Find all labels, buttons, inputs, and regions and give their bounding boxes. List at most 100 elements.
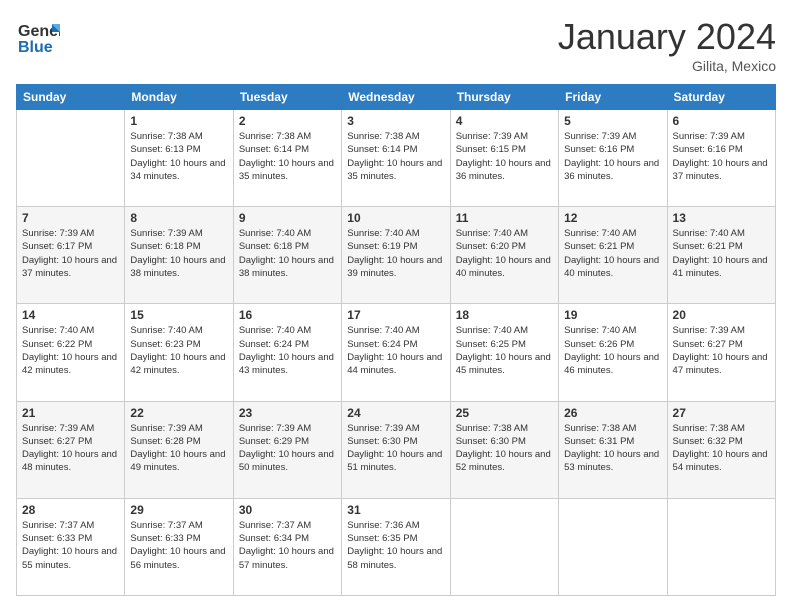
- day-number: 5: [564, 114, 661, 128]
- day-cell: 8 Sunrise: 7:39 AMSunset: 6:18 PMDaylight…: [125, 207, 233, 304]
- page: General Blue January 2024 Gilita, Mexico…: [0, 0, 792, 612]
- day-info: Sunrise: 7:38 AMSunset: 6:30 PMDaylight:…: [456, 423, 551, 474]
- day-cell: 14 Sunrise: 7:40 AMSunset: 6:22 PMDayligh…: [17, 304, 125, 401]
- location: Gilita, Mexico: [558, 58, 776, 74]
- month-title: January 2024: [558, 16, 776, 58]
- day-info: Sunrise: 7:39 AMSunset: 6:27 PMDaylight:…: [673, 325, 768, 376]
- week-row-4: 21 Sunrise: 7:39 AMSunset: 6:27 PMDayligh…: [17, 401, 776, 498]
- day-number: 2: [239, 114, 336, 128]
- day-info: Sunrise: 7:39 AMSunset: 6:16 PMDaylight:…: [564, 131, 659, 182]
- day-info: Sunrise: 7:39 AMSunset: 6:27 PMDaylight:…: [22, 423, 117, 474]
- header: General Blue January 2024 Gilita, Mexico: [16, 16, 776, 74]
- day-cell: 22 Sunrise: 7:39 AMSunset: 6:28 PMDayligh…: [125, 401, 233, 498]
- day-cell: [667, 498, 775, 595]
- day-cell: 4 Sunrise: 7:39 AMSunset: 6:15 PMDaylight…: [450, 110, 558, 207]
- day-number: 1: [130, 114, 227, 128]
- day-cell: 30Sunrise: 7:37 AMSunset: 6:34 PMDayligh…: [233, 498, 341, 595]
- day-cell: 3Sunrise: 7:38 AMSunset: 6:14 PMDaylight…: [342, 110, 450, 207]
- day-number: 13: [673, 211, 770, 225]
- day-number: 14: [22, 308, 119, 322]
- day-cell: 20 Sunrise: 7:39 AMSunset: 6:27 PMDayligh…: [667, 304, 775, 401]
- day-info: Sunrise: 7:40 AMSunset: 6:19 PMDaylight:…: [347, 228, 442, 279]
- day-number: 7: [22, 211, 119, 225]
- day-cell: 11Sunrise: 7:40 AMSunset: 6:20 PMDayligh…: [450, 207, 558, 304]
- day-info: Sunrise: 7:37 AMSunset: 6:33 PMDaylight:…: [22, 520, 117, 571]
- day-cell: 19 Sunrise: 7:40 AMSunset: 6:26 PMDayligh…: [559, 304, 667, 401]
- day-info: Sunrise: 7:40 AMSunset: 6:25 PMDaylight:…: [456, 325, 551, 376]
- day-cell: 9 Sunrise: 7:40 AMSunset: 6:18 PMDaylight…: [233, 207, 341, 304]
- day-number: 26: [564, 406, 661, 420]
- day-cell: 31Sunrise: 7:36 AMSunset: 6:35 PMDayligh…: [342, 498, 450, 595]
- day-cell: 24 Sunrise: 7:39 AMSunset: 6:30 PMDayligh…: [342, 401, 450, 498]
- day-info: Sunrise: 7:37 AMSunset: 6:34 PMDaylight:…: [239, 520, 334, 571]
- day-number: 4: [456, 114, 553, 128]
- col-monday: Monday: [125, 85, 233, 110]
- day-cell: 13Sunrise: 7:40 AMSunset: 6:21 PMDayligh…: [667, 207, 775, 304]
- day-number: 22: [130, 406, 227, 420]
- header-row: Sunday Monday Tuesday Wednesday Thursday…: [17, 85, 776, 110]
- day-number: 15: [130, 308, 227, 322]
- day-info: Sunrise: 7:39 AMSunset: 6:17 PMDaylight:…: [22, 228, 117, 279]
- logo-icon: General Blue: [16, 16, 60, 60]
- day-cell: 16Sunrise: 7:40 AMSunset: 6:24 PMDayligh…: [233, 304, 341, 401]
- day-info: Sunrise: 7:38 AMSunset: 6:13 PMDaylight:…: [130, 131, 225, 182]
- day-info: Sunrise: 7:40 AMSunset: 6:20 PMDaylight:…: [456, 228, 551, 279]
- day-cell: 7 Sunrise: 7:39 AMSunset: 6:17 PMDaylight…: [17, 207, 125, 304]
- day-number: 27: [673, 406, 770, 420]
- day-cell: 27 Sunrise: 7:38 AMSunset: 6:32 PMDayligh…: [667, 401, 775, 498]
- calendar-table: Sunday Monday Tuesday Wednesday Thursday…: [16, 84, 776, 596]
- week-row-1: 1 Sunrise: 7:38 AMSunset: 6:13 PMDaylight…: [17, 110, 776, 207]
- day-info: Sunrise: 7:39 AMSunset: 6:18 PMDaylight:…: [130, 228, 225, 279]
- day-number: 8: [130, 211, 227, 225]
- day-cell: 17 Sunrise: 7:40 AMSunset: 6:24 PMDayligh…: [342, 304, 450, 401]
- day-info: Sunrise: 7:40 AMSunset: 6:26 PMDaylight:…: [564, 325, 659, 376]
- col-tuesday: Tuesday: [233, 85, 341, 110]
- day-cell: [17, 110, 125, 207]
- day-cell: 5 Sunrise: 7:39 AMSunset: 6:16 PMDaylight…: [559, 110, 667, 207]
- day-number: 12: [564, 211, 661, 225]
- day-number: 20: [673, 308, 770, 322]
- day-info: Sunrise: 7:40 AMSunset: 6:24 PMDaylight:…: [347, 325, 442, 376]
- day-number: 28: [22, 503, 119, 517]
- day-info: Sunrise: 7:39 AMSunset: 6:28 PMDaylight:…: [130, 423, 225, 474]
- svg-text:Blue: Blue: [18, 39, 53, 56]
- day-cell: 12 Sunrise: 7:40 AMSunset: 6:21 PMDayligh…: [559, 207, 667, 304]
- day-info: Sunrise: 7:39 AMSunset: 6:29 PMDaylight:…: [239, 423, 334, 474]
- day-cell: 28 Sunrise: 7:37 AMSunset: 6:33 PMDayligh…: [17, 498, 125, 595]
- day-number: 17: [347, 308, 444, 322]
- day-number: 25: [456, 406, 553, 420]
- col-wednesday: Wednesday: [342, 85, 450, 110]
- day-cell: 29Sunrise: 7:37 AMSunset: 6:33 PMDayligh…: [125, 498, 233, 595]
- day-number: 6: [673, 114, 770, 128]
- col-saturday: Saturday: [667, 85, 775, 110]
- day-number: 10: [347, 211, 444, 225]
- day-cell: 15Sunrise: 7:40 AMSunset: 6:23 PMDayligh…: [125, 304, 233, 401]
- day-number: 24: [347, 406, 444, 420]
- week-row-2: 7 Sunrise: 7:39 AMSunset: 6:17 PMDaylight…: [17, 207, 776, 304]
- day-cell: 18 Sunrise: 7:40 AMSunset: 6:25 PMDayligh…: [450, 304, 558, 401]
- day-info: Sunrise: 7:38 AMSunset: 6:32 PMDaylight:…: [673, 423, 768, 474]
- day-number: 19: [564, 308, 661, 322]
- day-info: Sunrise: 7:40 AMSunset: 6:21 PMDaylight:…: [564, 228, 659, 279]
- day-info: Sunrise: 7:40 AMSunset: 6:18 PMDaylight:…: [239, 228, 334, 279]
- day-cell: 1 Sunrise: 7:38 AMSunset: 6:13 PMDaylight…: [125, 110, 233, 207]
- day-number: 18: [456, 308, 553, 322]
- day-number: 29: [130, 503, 227, 517]
- day-number: 21: [22, 406, 119, 420]
- day-info: Sunrise: 7:40 AMSunset: 6:22 PMDaylight:…: [22, 325, 117, 376]
- day-info: Sunrise: 7:39 AMSunset: 6:30 PMDaylight:…: [347, 423, 442, 474]
- day-cell: [559, 498, 667, 595]
- day-info: Sunrise: 7:38 AMSunset: 6:31 PMDaylight:…: [564, 423, 659, 474]
- week-row-3: 14 Sunrise: 7:40 AMSunset: 6:22 PMDayligh…: [17, 304, 776, 401]
- col-friday: Friday: [559, 85, 667, 110]
- day-cell: 21 Sunrise: 7:39 AMSunset: 6:27 PMDayligh…: [17, 401, 125, 498]
- day-number: 16: [239, 308, 336, 322]
- day-cell: 10 Sunrise: 7:40 AMSunset: 6:19 PMDayligh…: [342, 207, 450, 304]
- day-number: 31: [347, 503, 444, 517]
- col-thursday: Thursday: [450, 85, 558, 110]
- day-cell: 6Sunrise: 7:39 AMSunset: 6:16 PMDaylight…: [667, 110, 775, 207]
- day-cell: 23Sunrise: 7:39 AMSunset: 6:29 PMDayligh…: [233, 401, 341, 498]
- title-section: January 2024 Gilita, Mexico: [558, 16, 776, 74]
- day-number: 9: [239, 211, 336, 225]
- day-info: Sunrise: 7:39 AMSunset: 6:15 PMDaylight:…: [456, 131, 551, 182]
